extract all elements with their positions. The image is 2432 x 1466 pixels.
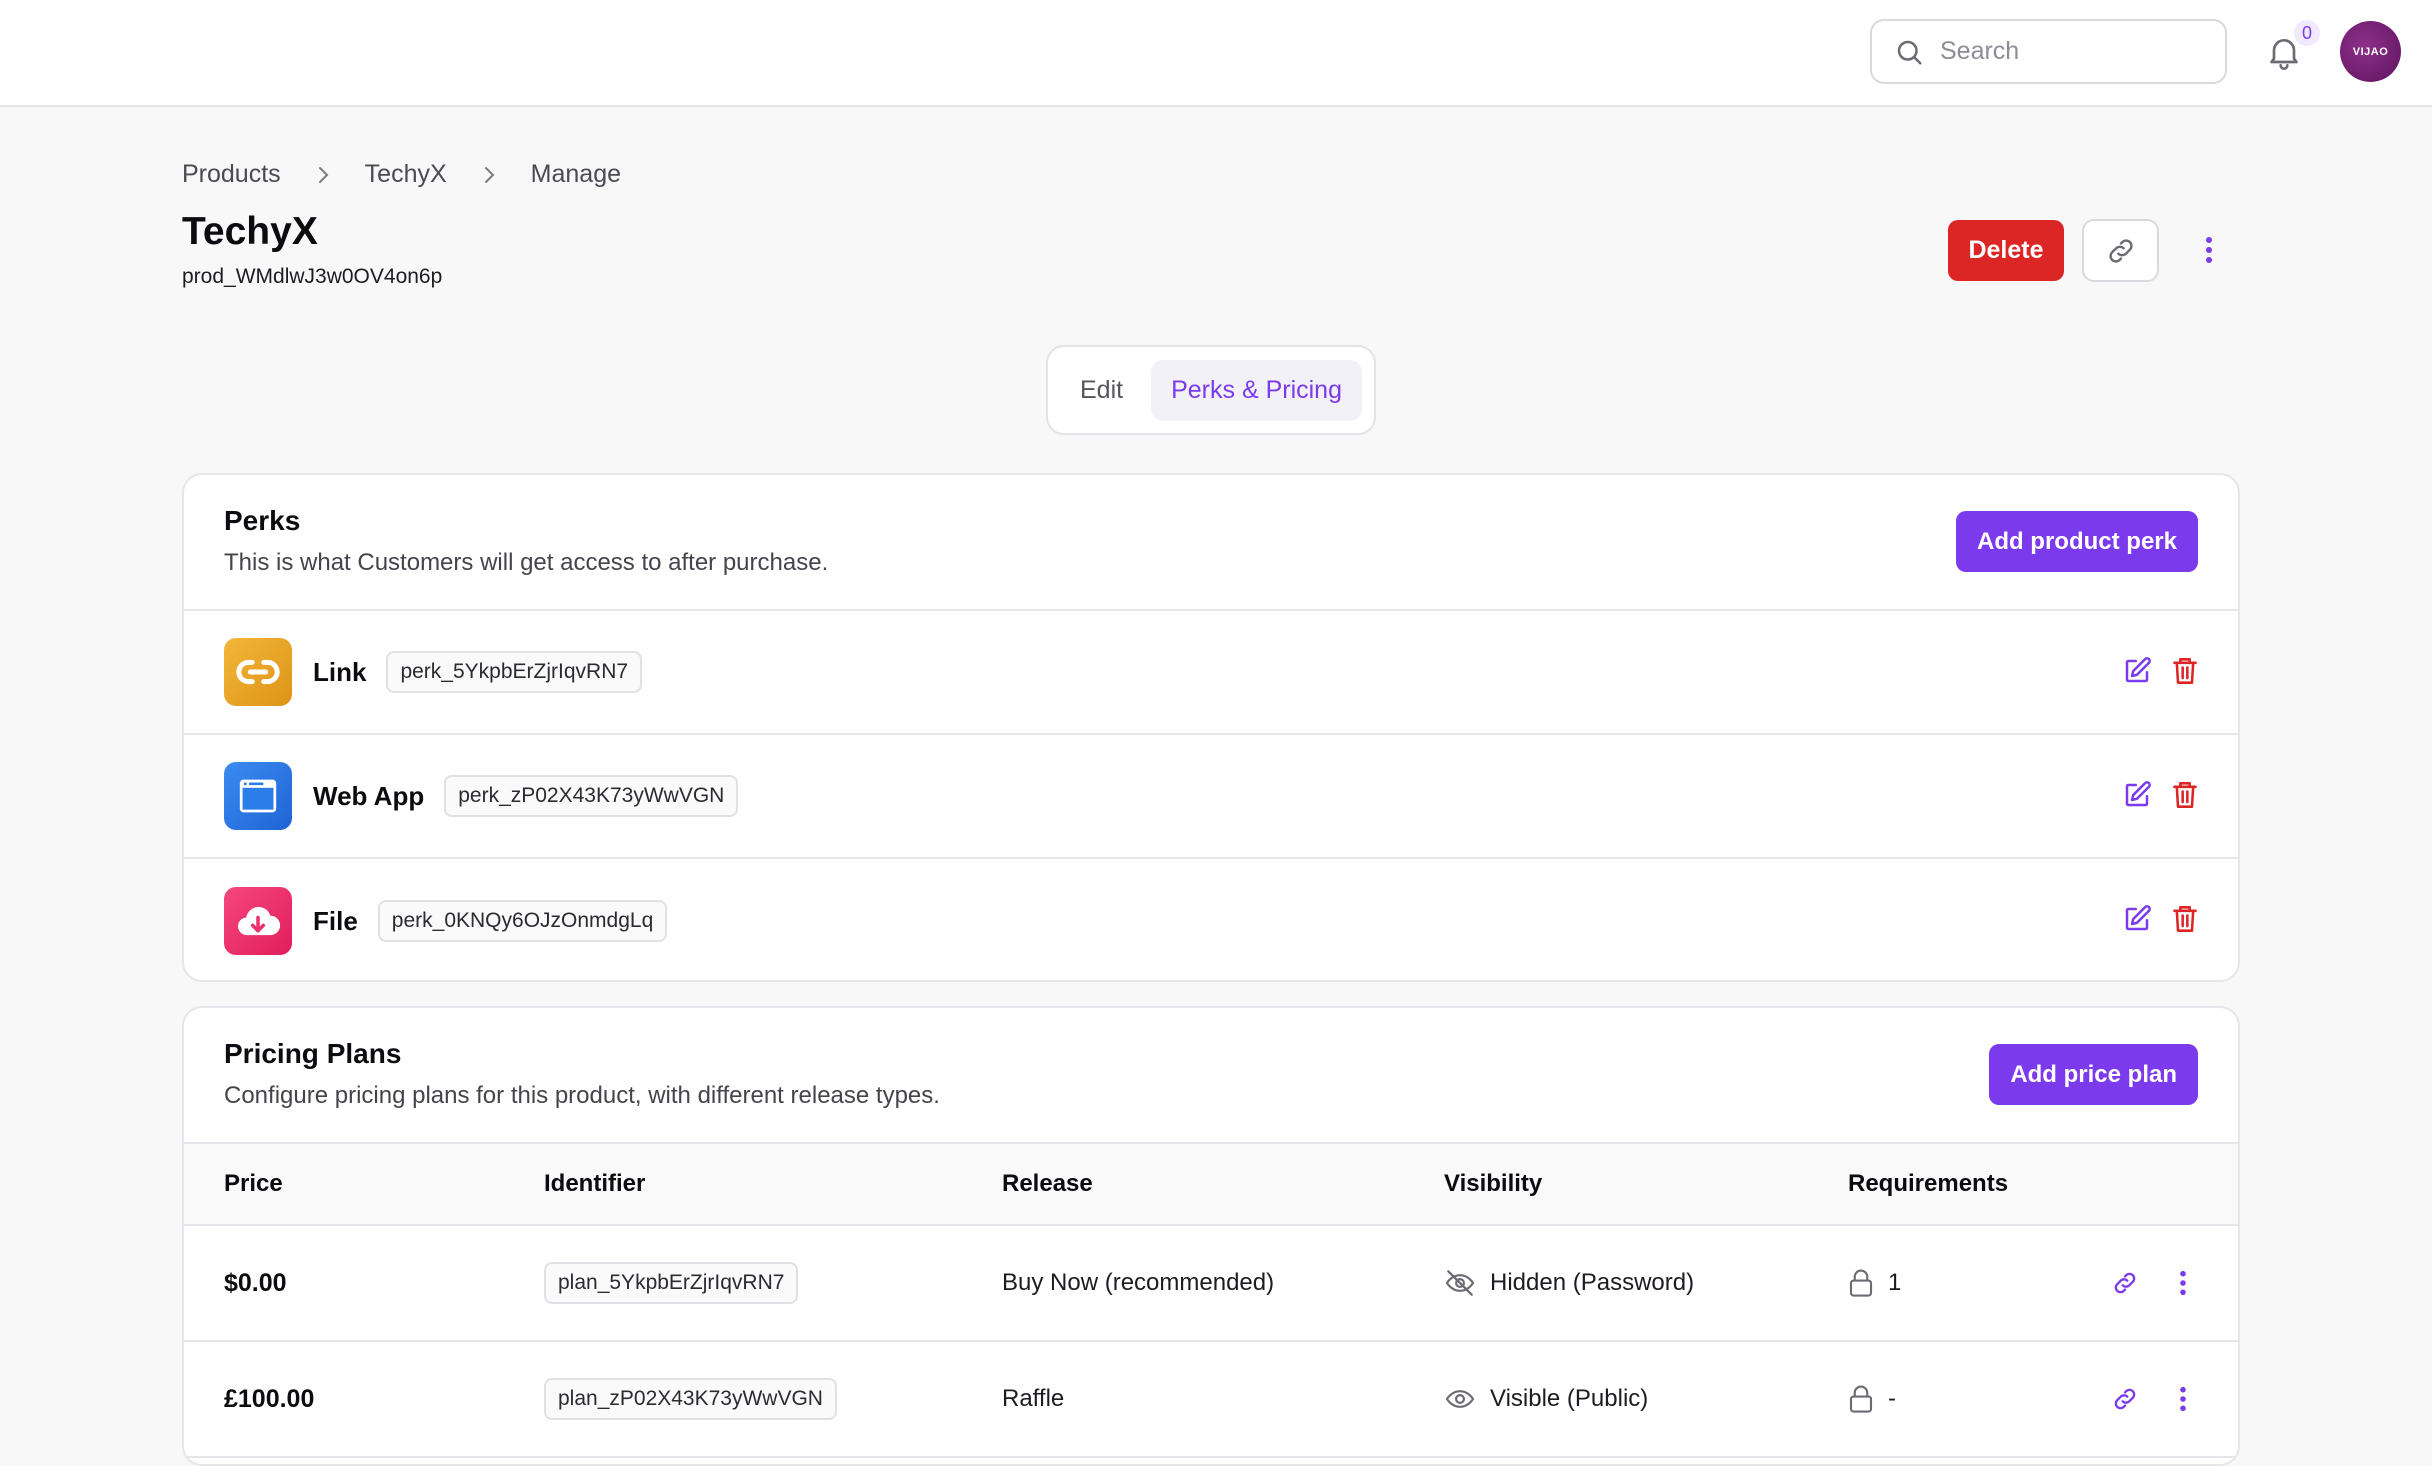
perks-card: Perks This is what Customers will get ac…	[182, 473, 2240, 982]
link-icon[interactable]	[2110, 1382, 2140, 1416]
plan-requirements: -	[1888, 1385, 1896, 1412]
perk-id-chip: perk_0KNQy6OJzOnmdgLq	[377, 900, 668, 942]
plan-release: Buy Now (recommended)	[1002, 1269, 1275, 1296]
lock-icon	[1849, 1385, 1873, 1413]
edit-icon[interactable]	[2122, 655, 2152, 687]
column-header-identifier: Identifier	[544, 1170, 646, 1197]
link-icon[interactable]	[2110, 1266, 2140, 1300]
perk-row: Link perk_5YkpbErZjrIqvRN7	[184, 611, 2238, 735]
avatar-text: VIJAO	[2352, 45, 2389, 58]
plan-price: $0.00	[224, 1268, 287, 1297]
column-header-visibility: Visibility	[1444, 1170, 1543, 1197]
tab-edit[interactable]: Edit	[1060, 360, 1143, 421]
pricing-card: Pricing Plans Configure pricing plans fo…	[182, 1006, 2240, 1466]
pricing-description: Configure pricing plans for this product…	[224, 1082, 940, 1109]
notification-count-badge: 0	[2294, 20, 2320, 46]
perk-name: Link	[313, 656, 367, 687]
perk-row: File perk_0KNQy6OJzOnmdgLq	[184, 859, 2238, 980]
table-row[interactable]: £100.00 plan_zP02X43K73yWwVGN Raffle Vis…	[184, 1342, 2238, 1458]
perks-description: This is what Customers will get access t…	[224, 549, 829, 576]
eye-icon	[1445, 1390, 1475, 1408]
add-price-plan-button[interactable]: Add price plan	[1989, 1044, 2198, 1105]
pricing-header: Pricing Plans Configure pricing plans fo…	[184, 1008, 2238, 1144]
table-row[interactable]: $0.00 plan_5YkpbErZjrIqvRN7 Buy Now (rec…	[184, 1226, 2238, 1342]
more-vertical-icon[interactable]	[2168, 1382, 2198, 1416]
trash-icon[interactable]	[2170, 903, 2200, 935]
perk-name: Web App	[313, 780, 425, 811]
trash-icon[interactable]	[2170, 655, 2200, 687]
column-header-requirements: Requirements	[1848, 1170, 2009, 1197]
more-options-button[interactable]	[2195, 228, 2223, 272]
trash-icon[interactable]	[2170, 779, 2200, 811]
breadcrumb-products[interactable]: Products	[182, 160, 281, 189]
browser-window-icon	[224, 762, 292, 830]
top-bar: 0 VIJAO	[0, 0, 2432, 107]
product-id: prod_WMdlwJ3w0OV4on6p	[182, 265, 443, 288]
link-icon	[224, 638, 292, 706]
search-input[interactable]	[1940, 37, 2200, 66]
search-icon	[1897, 40, 1922, 64]
perk-row: Web App perk_zP02X43K73yWwVGN	[184, 735, 2238, 859]
cloud-download-icon	[224, 887, 292, 955]
tab-bar: Edit Perks & Pricing	[1046, 345, 1376, 435]
tab-perks-pricing[interactable]: Perks & Pricing	[1151, 359, 1362, 421]
chevron-right-icon	[484, 166, 495, 183]
plan-release: Raffle	[1002, 1385, 1065, 1412]
page-title: TechyX	[182, 210, 318, 253]
lock-icon	[1849, 1269, 1873, 1297]
add-product-perk-button[interactable]: Add product perk	[1955, 511, 2198, 572]
delete-button[interactable]: Delete	[1948, 220, 2064, 281]
column-header-price: Price	[224, 1170, 283, 1197]
pricing-title: Pricing Plans	[224, 1038, 402, 1069]
plan-id-chip: plan_5YkpbErZjrIqvRN7	[544, 1262, 799, 1304]
plan-id-chip: plan_zP02X43K73yWwVGN	[544, 1378, 837, 1420]
table-header: Price Identifier Release Visibility Requ…	[184, 1144, 2238, 1226]
perk-id-chip: perk_5YkpbErZjrIqvRN7	[386, 651, 643, 693]
plan-price: £100.00	[224, 1384, 315, 1413]
breadcrumb-manage: Manage	[530, 160, 622, 188]
chevron-right-icon	[318, 166, 329, 183]
perk-name: File	[313, 905, 358, 936]
copy-link-button[interactable]	[2082, 219, 2159, 282]
more-vertical-icon	[2206, 237, 2212, 263]
edit-icon[interactable]	[2122, 903, 2152, 935]
link-icon	[2108, 238, 2133, 263]
plan-visibility: Hidden (Password)	[1490, 1269, 1695, 1296]
avatar[interactable]: VIJAO	[2340, 21, 2401, 82]
column-header-release: Release	[1002, 1170, 1093, 1197]
edit-icon[interactable]	[2122, 779, 2152, 811]
search-box[interactable]	[1870, 19, 2227, 84]
eye-off-icon	[1445, 1270, 1475, 1296]
plan-visibility: Visible (Public)	[1490, 1385, 1649, 1412]
perk-id-chip: perk_zP02X43K73yWwVGN	[444, 775, 739, 817]
breadcrumb: Products TechyX Manage	[182, 160, 621, 189]
breadcrumb-product[interactable]: TechyX	[365, 160, 447, 189]
perks-header: Perks This is what Customers will get ac…	[184, 475, 2238, 611]
plan-requirements: 1	[1888, 1269, 1902, 1296]
perks-title: Perks	[224, 505, 301, 536]
more-vertical-icon[interactable]	[2168, 1266, 2198, 1300]
